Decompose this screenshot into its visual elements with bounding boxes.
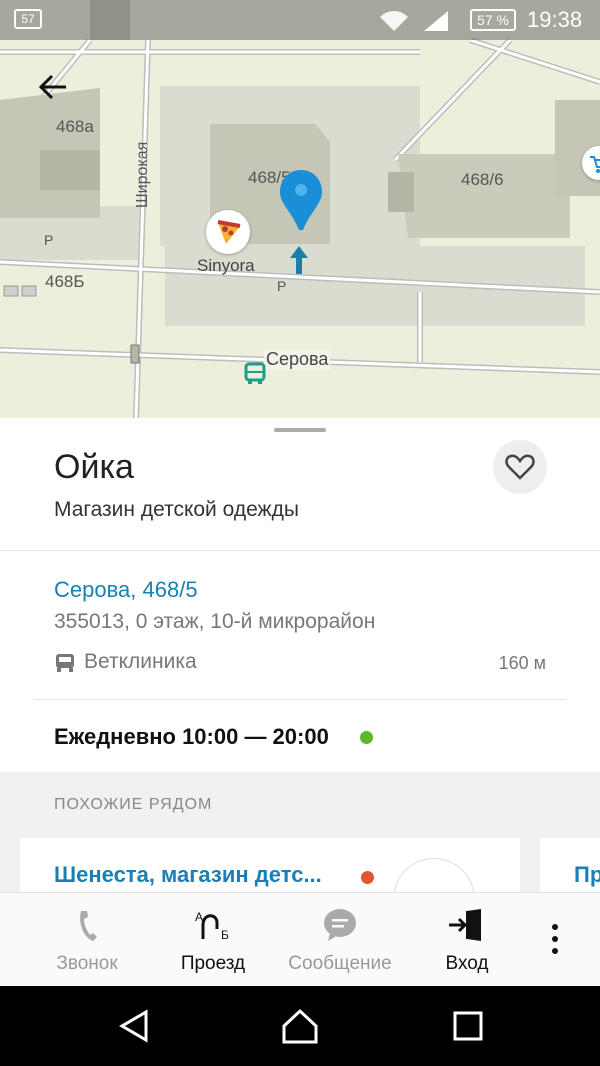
divider: [0, 550, 600, 551]
address-details: 355013, 0 этаж, 10-й микрорайон: [54, 610, 376, 633]
place-category: Магазин детской одежды: [54, 498, 299, 521]
route-button[interactable]: А Б Проезд: [153, 893, 273, 987]
back-button[interactable]: [34, 70, 74, 106]
more-vertical-icon: [552, 924, 558, 954]
parking-label: P: [44, 232, 54, 248]
call-label: Звонок: [56, 953, 118, 974]
poi-sinyora[interactable]: [206, 210, 250, 254]
action-bar: Звонок А Б Проезд Сообщение Вход: [0, 892, 600, 986]
nearby-card-title: Пр: [574, 862, 600, 887]
triangle-back-icon: [119, 1009, 148, 1043]
building-label: 468Б: [45, 272, 85, 291]
building-label: 468а: [56, 117, 94, 136]
entrance-arrow-icon: [290, 246, 308, 274]
nav-recents-button[interactable]: [448, 1006, 488, 1046]
pizza-icon: [217, 220, 241, 244]
message-icon: [324, 909, 356, 941]
building-label: 468/6: [461, 170, 504, 189]
map-view[interactable]: 468а 468/5 468/6 468Б P P Широкая Серова…: [0, 0, 600, 420]
system-navigation-bar: [0, 986, 600, 1066]
open-status-indicator: [360, 731, 373, 744]
heart-icon: [505, 454, 535, 480]
entrance-button[interactable]: Вход: [407, 893, 527, 987]
battery-indicator: 57 %: [470, 9, 516, 31]
nearest-stop-name: Ветклиника: [84, 650, 197, 673]
phone-icon: [80, 911, 97, 941]
bus-icon: [56, 654, 74, 672]
wifi-icon: [380, 11, 408, 31]
parking-label: P: [277, 278, 287, 294]
nav-back-button[interactable]: [114, 1006, 154, 1046]
login-icon: [449, 909, 481, 941]
poi-label: Sinyora: [197, 256, 255, 275]
status-bar: 57 57 % 19:38: [0, 0, 600, 40]
entrance-label: Вход: [445, 953, 489, 974]
poi-shop[interactable]: [582, 146, 600, 180]
street-label-horizontal: Серова: [264, 349, 331, 370]
message-button[interactable]: Сообщение: [280, 893, 400, 987]
street-label-vertical: Широкая: [134, 141, 151, 208]
closed-status-indicator: [361, 871, 374, 884]
nearby-section: ПОХОЖИЕ РЯДОМ Шенеста, магазин детс... П…: [0, 772, 600, 940]
cart-icon: [590, 156, 600, 173]
nav-home-button[interactable]: [280, 1006, 320, 1046]
signal-icon: [424, 11, 448, 31]
drag-handle[interactable]: [274, 428, 326, 432]
place-title: Ойка: [54, 448, 134, 486]
notification-icon: 57: [14, 9, 42, 29]
map-pin-icon[interactable]: [278, 168, 324, 234]
bus-icon[interactable]: [244, 362, 266, 386]
nearby-card-title: Шенеста, магазин детс...: [54, 862, 322, 887]
nearest-stop-distance: 160 м: [498, 653, 546, 673]
place-card[interactable]: Ойка Магазин детской одежды Серова, 468/…: [0, 418, 600, 940]
message-label: Сообщение: [288, 953, 392, 974]
call-button[interactable]: Звонок: [27, 893, 147, 987]
nearby-section-label: ПОХОЖИЕ РЯДОМ: [54, 796, 213, 813]
arrow-left-icon: [38, 74, 66, 100]
working-hours: Ежедневно 10:00 — 20:00: [54, 724, 329, 749]
route-icon: А Б: [195, 910, 229, 942]
route-label: Проезд: [180, 953, 246, 974]
more-options-button[interactable]: [540, 921, 570, 961]
address-link[interactable]: Серова, 468/5: [54, 577, 198, 603]
home-icon: [282, 1008, 318, 1044]
divider: [34, 699, 566, 700]
favorite-button[interactable]: [493, 440, 547, 494]
svg-text:Б: Б: [221, 928, 229, 942]
square-recents-icon: [453, 1011, 483, 1041]
clock: 19:38: [527, 7, 583, 32]
